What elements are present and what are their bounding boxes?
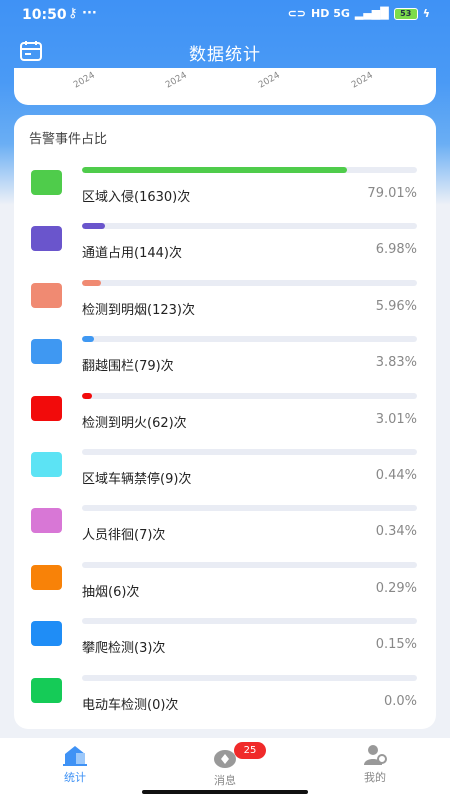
alarm-label: 区域入侵(1630)次 — [82, 190, 191, 205]
app-header: 数据统计 — [0, 30, 450, 72]
user-settings-icon — [364, 745, 387, 765]
progress-fill — [82, 336, 95, 343]
alarm-percent: 0.34% — [375, 524, 417, 540]
battery-icon: 53 — [393, 7, 418, 20]
alarm-label: 人员徘徊(7)次 — [82, 528, 166, 544]
progress-track — [82, 674, 417, 681]
alarm-row: 攀爬检测(3)次 0.15% — [14, 618, 436, 674]
alarm-row: 区域车辆禁停(9)次 0.44% — [14, 449, 436, 505]
alarm-row: 翻越围栏(79)次 3.83% — [14, 336, 436, 392]
alarm-row: 检测到明烟(123)次 5.96% — [14, 279, 436, 336]
color-swatch — [31, 170, 62, 195]
progress-track — [82, 449, 417, 455]
alarm-percent: 0.15% — [375, 637, 417, 653]
alarm-row: 检测到明火(62)次 3.01% — [14, 392, 436, 449]
alarm-label: 通道占用(144)次 — [82, 246, 182, 262]
progress-track — [82, 223, 417, 230]
alarm-label: 检测到明烟(123)次 — [82, 302, 195, 318]
alarm-label: 抽烟(6)次 — [82, 584, 140, 600]
progress-track — [82, 618, 417, 625]
x-tick-label: 2024 — [72, 70, 97, 91]
alarm-label: 攀爬检测(3)次 — [82, 641, 166, 657]
alarm-label: 电动车检测(0)次 — [82, 697, 179, 713]
alarm-row: 人员徘徊(7)次 0.34% — [14, 505, 436, 561]
network-indicator: HD 5G — [311, 7, 350, 20]
progress-track — [82, 561, 417, 568]
trend-chart-card: 2024 2024 2024 2024 — [14, 68, 436, 105]
color-swatch — [31, 621, 62, 647]
tab-label: 我的 — [364, 771, 386, 784]
alarm-ratio-card: 告警事件占比 区域入侵(1630)次 79.01% 通道占用(144)次 6.98% 检… — [14, 115, 436, 729]
card-title: 告警事件占比 — [29, 132, 108, 147]
progress-track — [82, 392, 417, 399]
color-swatch — [31, 339, 62, 365]
progress-track — [82, 167, 417, 173]
tab-mine[interactable]: 我的 — [325, 738, 425, 793]
progress-fill — [82, 223, 106, 230]
color-swatch — [31, 564, 62, 590]
color-swatch — [31, 508, 62, 534]
alarm-percent: 0.29% — [375, 580, 417, 596]
charging-icon: ϟ — [422, 7, 430, 20]
alarm-percent: 79.01% — [367, 186, 417, 201]
alarm-percent: 0.0% — [383, 693, 417, 709]
color-swatch — [31, 226, 62, 252]
status-notification-icons: ⚷ ··· — [68, 6, 97, 21]
tab-statistics[interactable]: 统计 — [25, 738, 125, 793]
message-count-badge: 25 — [234, 742, 266, 759]
alarm-row: 区域入侵(1630)次 79.01% — [14, 167, 436, 223]
alarm-label: 区域车辆禁停(9)次 — [82, 472, 192, 487]
alarm-percent: 3.83% — [375, 355, 417, 371]
x-tick-label: 2024 — [350, 70, 375, 91]
color-swatch — [31, 452, 62, 477]
progress-fill — [82, 167, 347, 173]
alarm-label: 翻越围栏(79)次 — [82, 359, 174, 375]
color-swatch — [31, 395, 62, 421]
alarm-row: 抽烟(6)次 0.29% — [14, 561, 436, 618]
x-tick-label: 2024 — [164, 70, 189, 91]
color-swatch — [31, 282, 62, 308]
alarm-percent: 5.96% — [375, 298, 417, 314]
status-bar: 10:50 ⚷ ··· ⊂⊃ HD 5G ▂▄▆█ 53 ϟ — [0, 0, 450, 30]
progress-fill — [82, 392, 93, 399]
statistics-home-icon — [63, 746, 87, 766]
alarm-row: 电动车检测(0)次 0.0% — [14, 674, 436, 731]
home-indicator[interactable] — [142, 790, 308, 794]
alarm-percent: 0.44% — [375, 468, 417, 483]
alarm-percent: 3.01% — [375, 411, 417, 427]
alarm-percent: 6.98% — [375, 242, 417, 258]
alarm-row: 通道占用(144)次 6.98% — [14, 223, 436, 279]
tab-label: 消息 — [214, 774, 236, 787]
progress-track — [82, 336, 417, 343]
link-icon: ⊂⊃ — [287, 7, 307, 20]
signal-icon: ▂▄▆█ — [354, 7, 389, 20]
progress-track — [82, 505, 417, 512]
status-right-icons: ⊂⊃ HD 5G ▂▄▆█ 53 ϟ — [288, 7, 430, 20]
page-title: 数据统计 — [189, 45, 261, 65]
tab-label: 统计 — [64, 771, 86, 784]
progress-track — [82, 279, 417, 286]
alarm-label: 检测到明火(62)次 — [82, 415, 187, 431]
x-tick-label: 2024 — [257, 70, 282, 91]
status-time: 10:50 — [22, 7, 67, 23]
color-swatch — [31, 677, 62, 703]
progress-fill — [82, 279, 101, 286]
